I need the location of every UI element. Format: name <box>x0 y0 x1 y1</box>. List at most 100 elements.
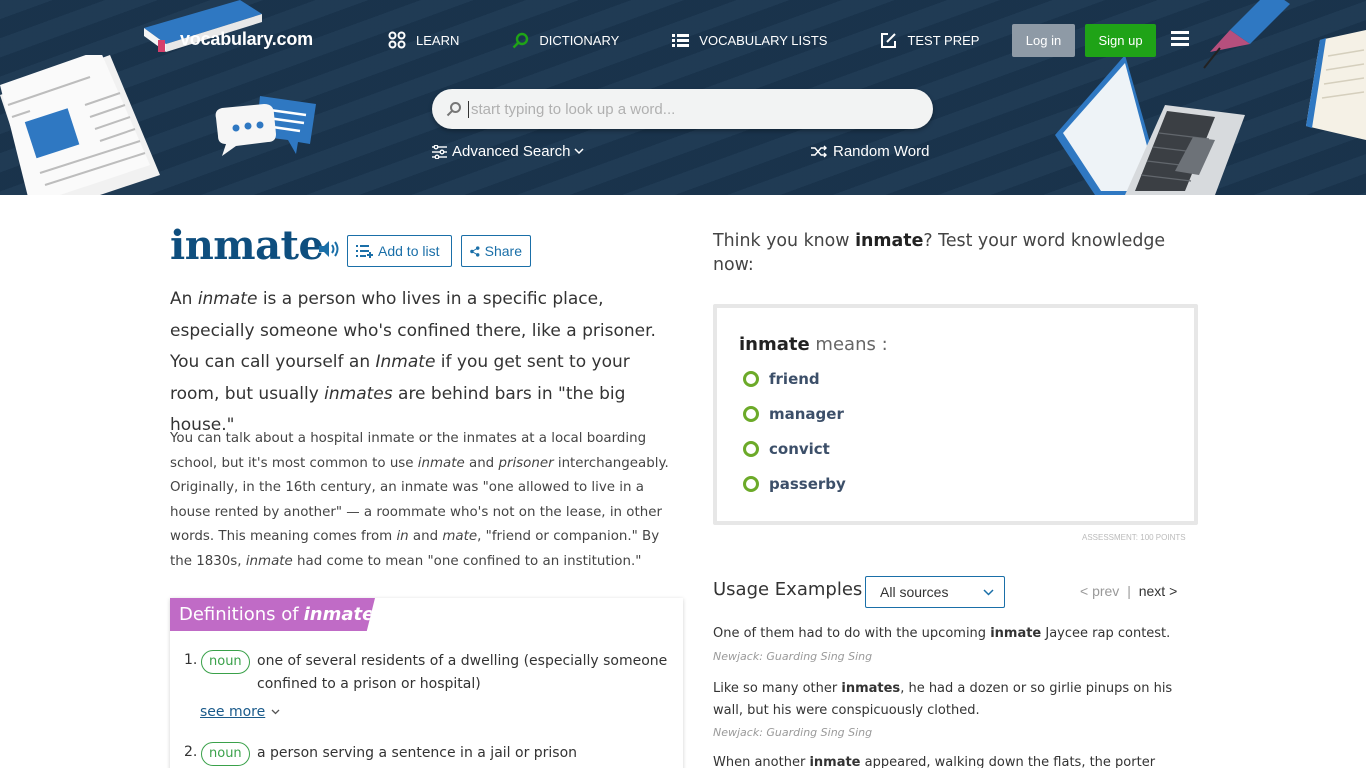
random-word-link[interactable]: Random Word <box>811 143 929 160</box>
definitions-section: Definitions of inmate 1. noun one of sev… <box>170 598 683 768</box>
site-header: vocabulary.com LEARN DICTIONARY VOCABULA… <box>0 0 1366 195</box>
quiz-option[interactable]: friend <box>743 370 820 388</box>
usage-example: When another inmate appeared, walking do… <box>713 752 1188 768</box>
share-button[interactable]: Share <box>461 235 531 267</box>
random-word-label: Random Word <box>833 143 930 160</box>
notebook-illustration <box>1306 30 1366 140</box>
word-title: inmate <box>170 222 324 269</box>
quiz-option[interactable]: convict <box>743 440 830 458</box>
next-link[interactable]: next > <box>1139 583 1178 599</box>
sliders-icon <box>432 144 447 159</box>
nav-test-prep-label: TEST PREP <box>907 32 980 48</box>
quiz-option-label: manager <box>769 405 844 423</box>
definitions-banner-word: inmate <box>303 604 375 625</box>
definition-text: a person serving a sentence in a jail or… <box>257 745 578 761</box>
add-to-list-button[interactable]: Add to list <box>347 235 452 267</box>
hamburger-menu-icon[interactable] <box>1171 31 1189 47</box>
usage-source[interactable]: Newjack: Guarding Sing Sing <box>713 650 872 663</box>
source-select-value: All sources <box>880 584 949 600</box>
usage-examples-title: Usage Examples <box>713 579 863 600</box>
quiz-prompt-before: Think you know <box>713 231 856 251</box>
nav-test-prep[interactable]: TEST PREP <box>880 30 979 50</box>
quiz-question-word: inmate <box>739 334 810 355</box>
quiz-question: inmate means : <box>739 334 888 355</box>
advanced-search-label: Advanced Search <box>452 143 571 160</box>
quiz-option-label: convict <box>769 440 830 458</box>
advanced-search-toggle[interactable]: Advanced Search <box>432 143 589 160</box>
site-logo[interactable]: vocabulary.com <box>180 29 313 50</box>
text-segment: An <box>170 289 198 309</box>
search-icon <box>446 102 461 117</box>
emphasized-word: in <box>396 529 409 544</box>
nav-dictionary-label: DICTIONARY <box>539 32 620 48</box>
definitions-banner-prefix: Definitions of <box>179 604 299 625</box>
assessment-points: ASSESSMENT: 100 POINTS <box>1082 533 1186 542</box>
text-segment: and <box>464 455 499 471</box>
login-button[interactable]: Log in <box>1012 24 1075 57</box>
see-more-label: see more <box>200 704 266 720</box>
emphasized-word: inmate <box>417 455 465 471</box>
emphasized-word: mate <box>442 529 478 544</box>
usage-text: Like so many other <box>713 681 842 696</box>
part-of-speech-badge[interactable]: noun <box>201 650 250 674</box>
nav-learn[interactable]: LEARN <box>388 30 459 50</box>
quiz-option[interactable]: manager <box>743 405 844 423</box>
usage-word: inmates <box>841 681 901 696</box>
usage-word: inmate <box>990 626 1042 641</box>
definition-number: 1. <box>184 652 198 668</box>
usage-pager: < prev | next > <box>1080 583 1177 599</box>
search-input[interactable] <box>468 100 908 118</box>
nav-learn-label: LEARN <box>416 32 460 48</box>
quiz-prompt-word: inmate <box>855 231 924 251</box>
chevron-down-icon <box>271 709 280 715</box>
chat-bubbles-illustration <box>215 96 316 156</box>
quiz-option-label: passerby <box>769 475 846 493</box>
magnifier-icon <box>513 32 529 48</box>
newspaper-illustration <box>0 55 160 195</box>
prev-link[interactable]: < prev <box>1080 583 1119 599</box>
part-of-speech-badge[interactable]: noun <box>201 742 250 766</box>
quiz-option[interactable]: passerby <box>743 475 846 493</box>
radio-icon[interactable] <box>743 406 759 422</box>
usage-text: When another <box>713 755 810 768</box>
nav-dictionary[interactable]: DICTIONARY <box>512 30 619 50</box>
main-nav: LEARN DICTIONARY VOCABULARY LISTS TEST P… <box>388 30 1032 50</box>
pen-illustration <box>1203 0 1290 69</box>
usage-example: Like so many other inmates, he had a doz… <box>713 678 1188 722</box>
emphasized-word: prisoner <box>498 455 554 471</box>
usage-word: inmate <box>809 755 861 768</box>
quiz-question-suffix: means : <box>809 334 888 355</box>
see-more-link[interactable]: see more <box>200 704 280 720</box>
quiz-option-label: friend <box>769 370 820 388</box>
nav-vocabulary-lists-label: VOCABULARY LISTS <box>699 32 828 48</box>
quiz-prompt: Think you know inmate? Test your word kn… <box>713 229 1183 277</box>
radio-icon[interactable] <box>743 441 759 457</box>
long-definition: You can talk about a hospital inmate or … <box>170 427 682 574</box>
search-bar <box>432 89 933 129</box>
definition-text: one of several residents of a dwelling (… <box>257 653 668 692</box>
audio-speaker-icon[interactable] <box>318 239 340 259</box>
radio-icon[interactable] <box>743 371 759 387</box>
text-segment: and <box>408 529 443 544</box>
chevron-down-icon <box>983 589 994 596</box>
emphasized-word: Inmate <box>375 352 436 372</box>
share-icon <box>470 245 480 257</box>
short-definition: An inmate is a person who lives in a spe… <box>170 284 682 442</box>
chevron-down-icon <box>574 148 584 155</box>
pager-separator: | <box>1127 583 1131 599</box>
usage-source[interactable]: Newjack: Guarding Sing Sing <box>713 726 872 739</box>
source-select[interactable]: All sources <box>865 576 1005 608</box>
shuffle-icon <box>811 145 827 158</box>
usage-example: One of them had to do with the upcoming … <box>713 623 1188 645</box>
nav-vocabulary-lists[interactable]: VOCABULARY LISTS <box>672 30 827 50</box>
emphasized-word: inmate <box>197 289 258 309</box>
grid-icon <box>388 31 406 49</box>
add-to-list-label: Add to list <box>378 243 440 259</box>
usage-text: One of them had to do with the upcoming <box>713 626 991 641</box>
radio-icon[interactable] <box>743 476 759 492</box>
list-icon <box>672 33 690 47</box>
emphasized-word: inmate <box>245 553 293 569</box>
signup-button[interactable]: Sign up <box>1085 24 1156 57</box>
definition-number: 2. <box>184 744 198 760</box>
add-list-icon <box>356 245 373 258</box>
